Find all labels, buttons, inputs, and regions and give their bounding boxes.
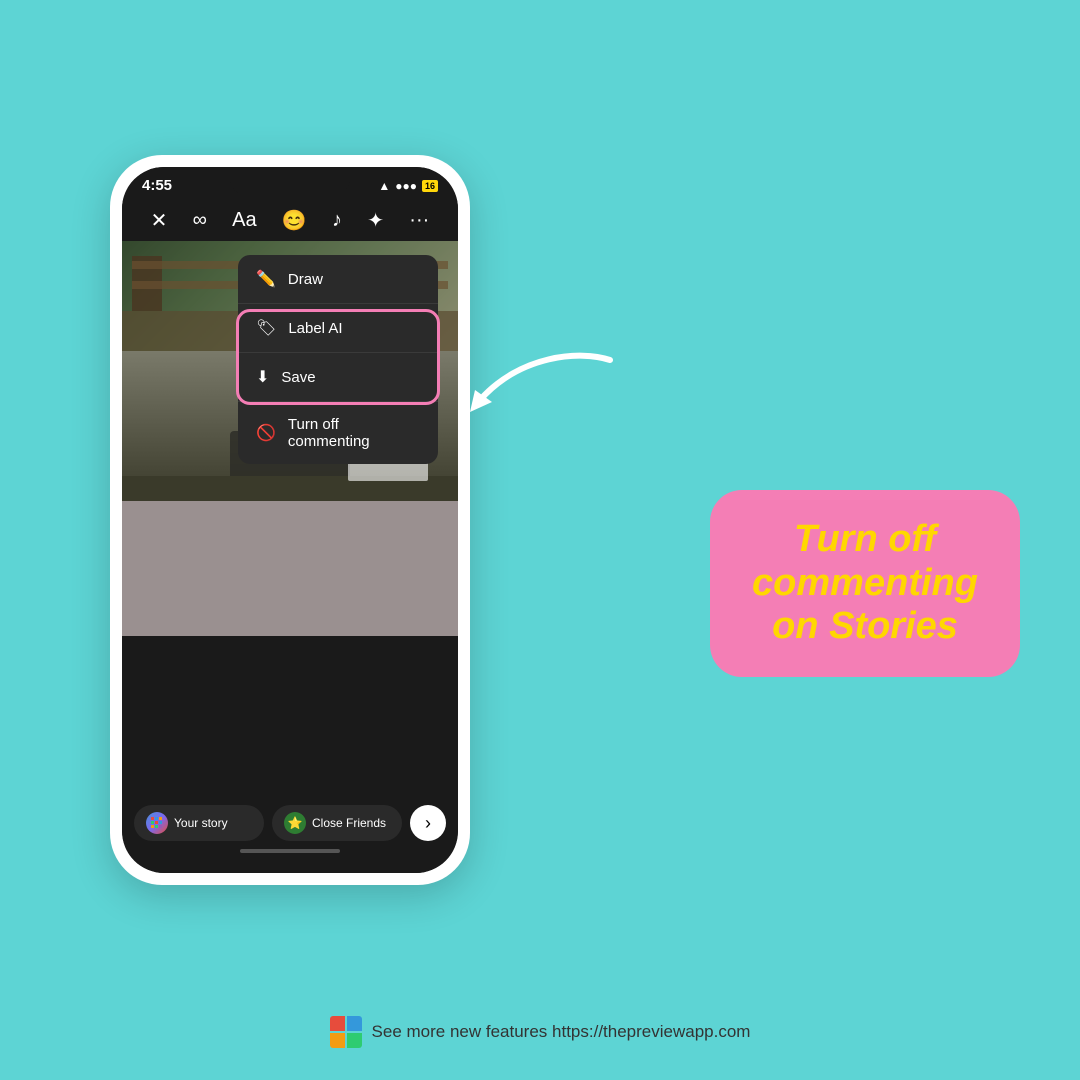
logo-orange (330, 1033, 345, 1048)
logo-green (347, 1033, 362, 1048)
footer-text: See more new features https://thepreview… (372, 1022, 751, 1042)
phone-mockup: 4:55 ▲ ●●● 16 ✕ ∞ Aa 😊 ♪ ✦ ··· ✏ (110, 155, 470, 885)
send-button[interactable]: › (410, 805, 446, 841)
label-icon: 🏷 (256, 318, 276, 338)
logo-red (330, 1016, 345, 1031)
your-story-avatar (146, 812, 168, 834)
status-time: 4:55 (142, 177, 172, 194)
effects-icon[interactable]: ✦ (367, 208, 384, 233)
turn-off-commenting-label: Turn off commenting (288, 416, 420, 450)
save-icon: ⬇ (256, 367, 269, 387)
phone-notch (230, 167, 350, 195)
dropdown-menu: ✏️ Draw 🏷 Label AI ⬇ Save 🚫 Turn off com… (238, 255, 438, 464)
home-indicator (240, 849, 340, 853)
your-story-button[interactable]: Your story (134, 805, 264, 841)
stories-toolbar: ✕ ∞ Aa 😊 ♪ ✦ ··· (122, 200, 458, 241)
battery-badge: 16 (422, 180, 438, 192)
status-icons: ▲ ●●● 16 (378, 179, 438, 193)
label-ai-menu-item[interactable]: 🏷 Label AI (238, 304, 438, 353)
feature-bubble: Turn offcommentingon Stories (710, 490, 1020, 677)
feature-bubble-text: Turn offcommentingon Stories (740, 518, 990, 649)
text-icon[interactable]: Aa (232, 209, 256, 232)
no-commenting-icon: 🚫 (256, 423, 276, 443)
more-icon[interactable]: ··· (409, 209, 429, 232)
infinity-icon[interactable]: ∞ (193, 209, 207, 232)
story-buttons: Your story ⭐ Close Friends › (134, 805, 446, 841)
music-icon[interactable]: ♪ (332, 209, 342, 232)
turn-off-commenting-menu-item[interactable]: 🚫 Turn off commenting (238, 402, 438, 464)
arrow-indicator (460, 340, 620, 420)
footer-logo (330, 1016, 362, 1048)
save-menu-item[interactable]: ⬇ Save (238, 353, 438, 402)
your-story-label: Your story (174, 816, 228, 830)
logo-blue (347, 1016, 362, 1031)
signal-icon: ●●● (395, 179, 417, 193)
draw-label: Draw (288, 271, 323, 288)
close-friends-avatar: ⭐ (284, 812, 306, 834)
close-icon[interactable]: ✕ (151, 208, 168, 233)
save-label: Save (281, 369, 315, 386)
label-ai-label: Label AI (288, 320, 342, 337)
bottom-bar: Your story ⭐ Close Friends › (122, 795, 458, 873)
story-gray-area (122, 501, 458, 636)
footer: See more new features https://thepreview… (0, 1016, 1080, 1048)
draw-menu-item[interactable]: ✏️ Draw (238, 255, 438, 304)
send-icon: › (425, 813, 431, 834)
close-friends-button[interactable]: ⭐ Close Friends (272, 805, 402, 841)
wifi-icon: ▲ (378, 179, 390, 193)
draw-icon: ✏️ (256, 269, 276, 289)
close-friends-label: Close Friends (312, 816, 386, 830)
sticker-icon[interactable]: 😊 (282, 208, 307, 233)
